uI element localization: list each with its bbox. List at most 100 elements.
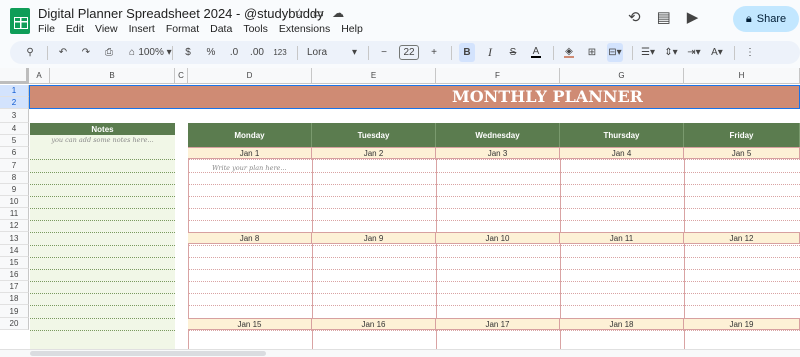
date-cell[interactable]: Jan 1 <box>188 147 312 159</box>
number-format-button[interactable]: 123 <box>272 43 288 62</box>
column-header-c[interactable]: C <box>175 68 188 84</box>
date-cell[interactable]: Jan 8 <box>188 232 312 244</box>
date-cell[interactable]: Jan 10 <box>436 232 560 244</box>
menu-extensions[interactable]: Extensions <box>279 23 330 35</box>
text-rotation-icon[interactable]: A▾ <box>709 43 725 62</box>
row-header-2[interactable]: 2 <box>0 97 29 109</box>
row-header-6[interactable]: 6 <box>0 147 29 159</box>
date-cell[interactable]: Jan 4 <box>560 147 684 159</box>
row-header-13[interactable]: 13 <box>0 232 29 245</box>
row-header-5[interactable]: 5 <box>0 135 29 147</box>
row-header-19[interactable]: 19 <box>0 305 29 318</box>
date-cell[interactable]: Jan 18 <box>560 318 684 330</box>
paint-bucket-icon: ◈ <box>565 46 573 57</box>
toolbar-divider <box>632 45 633 60</box>
text-wrap-icon[interactable]: ⇥▾ <box>686 43 702 62</box>
column-header-g[interactable]: G <box>560 68 684 84</box>
zoom-select[interactable]: 100% ▾ <box>138 43 171 62</box>
share-button[interactable]: 🔒︎ Share <box>733 6 799 32</box>
fill-color-icon[interactable]: ◈ <box>561 43 577 62</box>
history-icon[interactable]: ⟲ <box>628 8 641 26</box>
row-header-3[interactable]: 3 <box>0 109 29 123</box>
font-size-increase-button[interactable]: + <box>426 43 442 62</box>
strikethrough-button[interactable]: S <box>505 43 521 62</box>
merge-cells-icon[interactable]: ⊟▾ <box>607 43 623 62</box>
row-header-11[interactable]: 11 <box>0 208 29 220</box>
row-header-7[interactable]: 7 <box>0 159 29 172</box>
date-cell[interactable]: Jan 19 <box>684 318 800 330</box>
date-cell[interactable]: Jan 16 <box>312 318 436 330</box>
notes-line <box>30 245 175 246</box>
menu-bar: File Edit View Insert Format Data Tools … <box>38 23 363 35</box>
text-color-button[interactable]: A <box>528 43 544 62</box>
row-header-4[interactable]: 4 <box>0 123 29 135</box>
date-cell[interactable]: Jan 9 <box>312 232 436 244</box>
plan-hint: Write your plan here... <box>212 164 287 172</box>
cloud-status-icon[interactable]: ☁ <box>332 6 344 20</box>
sheet-grid[interactable]: ABCDEFGH 1 2 3 4 5 6 7 8 9 10 11 12 13 14 15 16 17 18 19 20… <box>0 68 800 357</box>
print-icon[interactable]: ⎙ <box>101 43 117 62</box>
date-cell[interactable]: Jan 15 <box>188 318 312 330</box>
row-header-8[interactable]: 8 <box>0 172 29 184</box>
menu-file[interactable]: File <box>38 23 55 35</box>
column-header-f[interactable]: F <box>436 68 560 84</box>
row-header-1[interactable]: 1 <box>0 85 29 97</box>
vertical-align-icon[interactable]: ⇕▾ <box>663 43 679 62</box>
date-cell[interactable]: Jan 2 <box>312 147 436 159</box>
document-title[interactable]: Digital Planner Spreadsheet 2024 - @stud… <box>38 6 324 21</box>
select-all-corner[interactable] <box>0 68 29 84</box>
move-folder-icon[interactable]: ▭ <box>313 6 324 20</box>
row-header-9[interactable]: 9 <box>0 184 29 196</box>
menu-tools[interactable]: Tools <box>243 23 268 35</box>
row-header-16[interactable]: 16 <box>0 269 29 281</box>
comment-icon[interactable]: ▤ <box>657 8 671 26</box>
column-header-h[interactable]: H <box>684 68 800 84</box>
more-options-icon[interactable]: ⋮ <box>742 43 758 62</box>
column-header-e[interactable]: E <box>312 68 436 84</box>
column-header-a[interactable]: A <box>29 68 50 84</box>
borders-icon[interactable]: ⊞ <box>584 43 600 62</box>
date-cell[interactable]: Jan 3 <box>436 147 560 159</box>
font-size-input[interactable]: 22 <box>399 45 419 60</box>
font-select[interactable]: Lora ▾ <box>305 43 359 62</box>
redo-icon[interactable]: ↷ <box>78 43 94 62</box>
row-header-12[interactable]: 12 <box>0 220 29 232</box>
menu-view[interactable]: View <box>95 23 118 35</box>
increase-decimal-button[interactable]: .00 <box>249 43 265 62</box>
percent-button[interactable]: % <box>203 43 219 62</box>
row-header-14[interactable]: 14 <box>0 245 29 257</box>
date-cell[interactable]: Jan 5 <box>684 147 800 159</box>
row-header-17[interactable]: 17 <box>0 281 29 293</box>
date-cell[interactable]: Jan 17 <box>436 318 560 330</box>
date-cell[interactable]: Jan 11 <box>560 232 684 244</box>
menu-insert[interactable]: Insert <box>129 23 155 35</box>
star-icon[interactable]: ☆ <box>294 6 305 20</box>
notes-area[interactable] <box>30 135 175 357</box>
decrease-decimal-button[interactable]: .0 <box>226 43 242 62</box>
row-header-15[interactable]: 15 <box>0 257 29 269</box>
title-banner[interactable] <box>29 85 800 109</box>
menu-edit[interactable]: Edit <box>66 23 84 35</box>
currency-button[interactable]: $ <box>180 43 196 62</box>
menu-help[interactable]: Help <box>341 23 363 35</box>
column-header-d[interactable]: D <box>188 68 312 84</box>
column-header-b[interactable]: B <box>50 68 175 84</box>
italic-button[interactable]: I <box>482 43 498 62</box>
search-menus-icon[interactable]: ⚲ <box>22 43 38 62</box>
font-size-decrease-button[interactable]: − <box>376 43 392 62</box>
row-header-20[interactable]: 20 <box>0 318 29 330</box>
date-cell[interactable]: Jan 12 <box>684 232 800 244</box>
undo-icon[interactable]: ↶ <box>55 43 71 62</box>
row-header-18[interactable]: 18 <box>0 293 29 305</box>
horizontal-align-icon[interactable]: ☰▾ <box>640 43 656 62</box>
chevron-down-icon: ▾ <box>351 47 357 58</box>
zoom-value: 100% <box>138 47 164 58</box>
row-header-10[interactable]: 10 <box>0 196 29 208</box>
meet-icon[interactable]: ▶ <box>687 8 699 26</box>
menu-format[interactable]: Format <box>166 23 199 35</box>
notes-line <box>30 257 175 258</box>
sheets-logo-icon[interactable] <box>10 8 30 34</box>
bold-button[interactable]: B <box>459 43 475 62</box>
horizontal-scrollbar[interactable] <box>30 351 266 356</box>
menu-data[interactable]: Data <box>210 23 232 35</box>
